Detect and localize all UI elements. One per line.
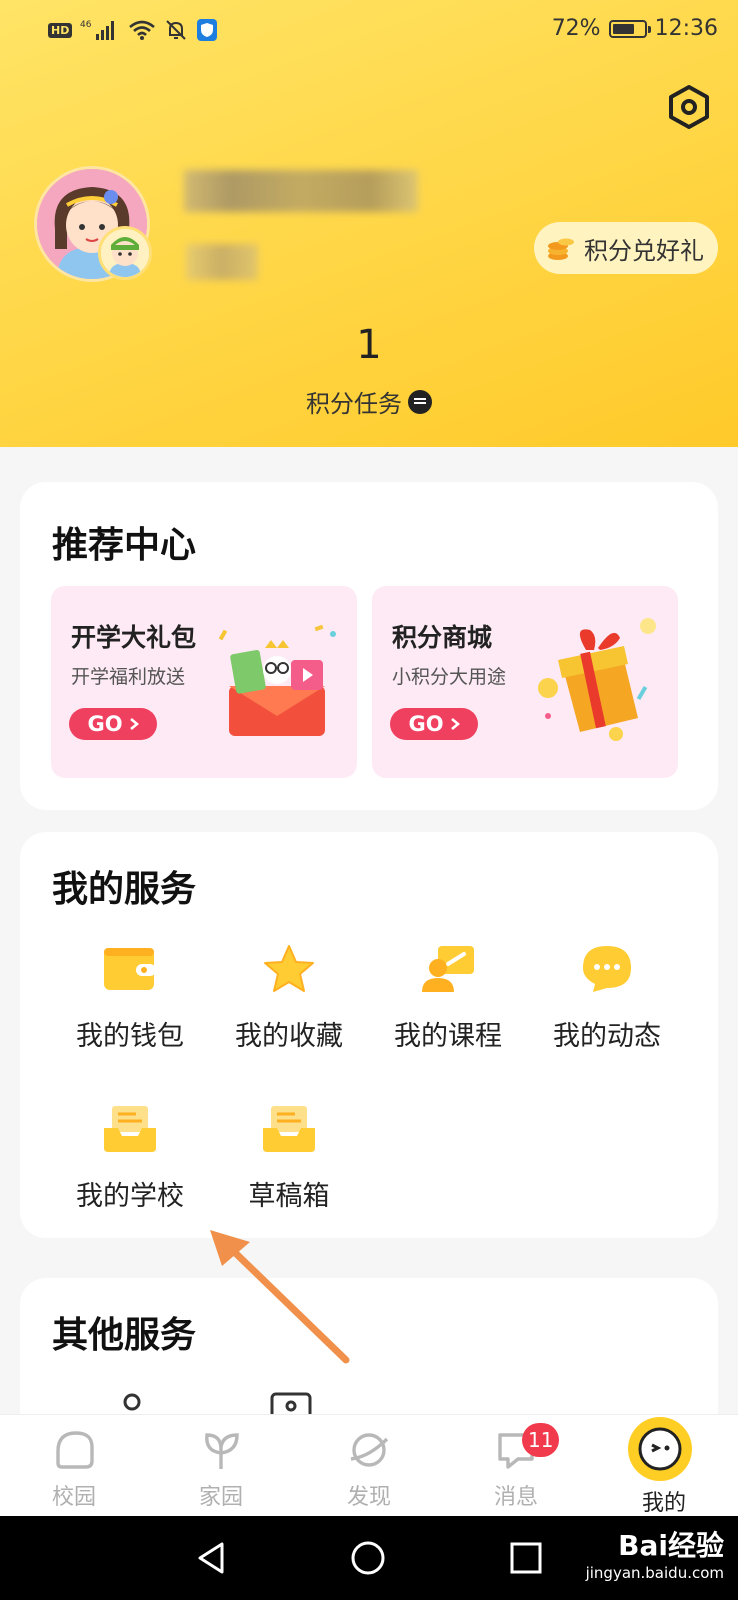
promo-title: 积分商城 xyxy=(392,623,493,652)
network-type: 46 xyxy=(80,20,92,30)
recommend-card: 推荐中心 开学大礼包 开学福利放送 GO 积分商城 小积分大用途 GO xyxy=(20,482,718,810)
points-task-link[interactable]: 积分任务 xyxy=(0,384,738,419)
service-drafts[interactable]: 草稿箱 xyxy=(209,1104,369,1213)
tray-icon xyxy=(104,1106,156,1152)
nav-campus[interactable]: 校园 xyxy=(24,1429,124,1511)
planet-icon xyxy=(350,1433,389,1467)
coins-icon xyxy=(548,238,574,260)
wallet-icon xyxy=(104,948,156,990)
go-button[interactable]: GO xyxy=(390,708,478,740)
campus-icon xyxy=(56,1431,94,1469)
service-label: 草稿箱 xyxy=(248,1181,330,1212)
tray-icon xyxy=(263,1106,315,1152)
system-nav-bar: Bai经验 jingyan.baidu.com xyxy=(0,1516,738,1600)
service-my-school[interactable]: 我的学校 xyxy=(50,1104,210,1213)
nav-label: 家园 xyxy=(198,1485,243,1510)
nav-home[interactable]: 家园 xyxy=(171,1429,271,1511)
child-avatar[interactable] xyxy=(98,226,152,280)
go-button[interactable]: GO xyxy=(69,708,157,740)
gift-bag-illustration-icon xyxy=(218,624,336,736)
unread-badge: 11 xyxy=(522,1423,560,1457)
nav-messages[interactable]: 11 消息 xyxy=(466,1423,566,1511)
points-exchange-button[interactable]: 积分兑好礼 xyxy=(534,222,718,274)
promo-subtitle: 小积分大用途 xyxy=(392,666,507,688)
me-face-icon xyxy=(628,1417,692,1481)
battery-icon xyxy=(608,19,651,38)
leaf-icon xyxy=(205,1433,239,1469)
points-exchange-label: 积分兑好礼 xyxy=(584,236,704,265)
service-wallet[interactable]: 我的钱包 xyxy=(50,944,210,1053)
nav-label: 我的 xyxy=(641,1491,686,1516)
battery-percent: 72% xyxy=(551,16,601,41)
settings-hexagon-icon[interactable] xyxy=(666,84,712,130)
course-icon xyxy=(422,946,474,992)
service-label: 我的课程 xyxy=(394,1021,502,1052)
service-label: 我的动态 xyxy=(553,1021,661,1052)
user-role-blurred xyxy=(186,244,258,280)
points-task-label: 积分任务 xyxy=(306,390,402,418)
chevron-right-icon xyxy=(129,718,139,730)
watermark-main: Bai经验 xyxy=(618,1529,724,1562)
promo-subtitle: 开学福利放送 xyxy=(71,666,186,688)
nav-me[interactable]: 我的 xyxy=(614,1417,714,1517)
child-avatar-icon xyxy=(101,229,149,277)
chevron-right-icon xyxy=(450,718,460,730)
battery-level xyxy=(612,23,635,34)
recommend-title: 推荐中心 xyxy=(52,525,197,566)
service-label: 我的收藏 xyxy=(235,1021,343,1052)
hd-indicator: HD xyxy=(48,22,73,38)
service-favorites[interactable]: 我的收藏 xyxy=(209,944,369,1053)
go-label: GO xyxy=(408,712,444,736)
promo-back-to-school[interactable]: 开学大礼包 开学福利放送 GO xyxy=(51,586,357,778)
go-label: GO xyxy=(87,712,123,736)
shield-icon xyxy=(197,19,218,41)
promo-points-mall[interactable]: 积分商城 小积分大用途 GO xyxy=(372,586,678,778)
nav-label: 消息 xyxy=(493,1485,538,1510)
nav-discover[interactable]: 发现 xyxy=(319,1429,419,1511)
task-list-icon xyxy=(408,389,432,414)
recents-square-icon[interactable] xyxy=(506,1538,546,1578)
service-moments[interactable]: 我的动态 xyxy=(527,944,687,1053)
my-services-title: 我的服务 xyxy=(52,869,197,910)
annotation-arrow-icon xyxy=(210,1230,350,1364)
nav-label: 发现 xyxy=(346,1485,391,1510)
bottom-nav: 校园 家园 发现 11 消息 我的 xyxy=(0,1414,738,1516)
other-services-title: 其他服务 xyxy=(52,1315,197,1356)
cellular-signal-icon: 46 xyxy=(80,20,115,40)
my-services-card: 我的服务 我的钱包 我的收藏 我的课程 我的动态 我的学校 草稿箱 xyxy=(20,832,718,1238)
clock: 12:36 xyxy=(654,16,718,41)
baidu-watermark: Bai经验 jingyan.baidu.com xyxy=(586,1524,724,1582)
chat-bubble-icon xyxy=(583,946,631,992)
promo-title: 开学大礼包 xyxy=(71,623,197,652)
home-circle-icon[interactable] xyxy=(348,1538,388,1578)
points-value[interactable]: 1 xyxy=(0,322,738,368)
star-icon xyxy=(264,945,314,992)
username-blurred xyxy=(184,170,418,212)
service-label: 我的学校 xyxy=(76,1181,184,1212)
nav-label: 校园 xyxy=(51,1485,96,1510)
watermark-sub: jingyan.baidu.com xyxy=(585,1564,724,1582)
gift-box-illustration-icon xyxy=(538,618,656,741)
wifi-icon xyxy=(129,20,156,40)
status-bar: HD 46 72% 12:36 xyxy=(0,0,738,62)
profile-header: HD 46 72% 12:36 积分兑好礼 1 积分任务 xyxy=(0,0,738,447)
mute-bell-icon xyxy=(166,20,187,40)
back-triangle-icon[interactable] xyxy=(192,1538,232,1578)
service-courses[interactable]: 我的课程 xyxy=(368,944,528,1053)
service-label: 我的钱包 xyxy=(76,1021,184,1052)
